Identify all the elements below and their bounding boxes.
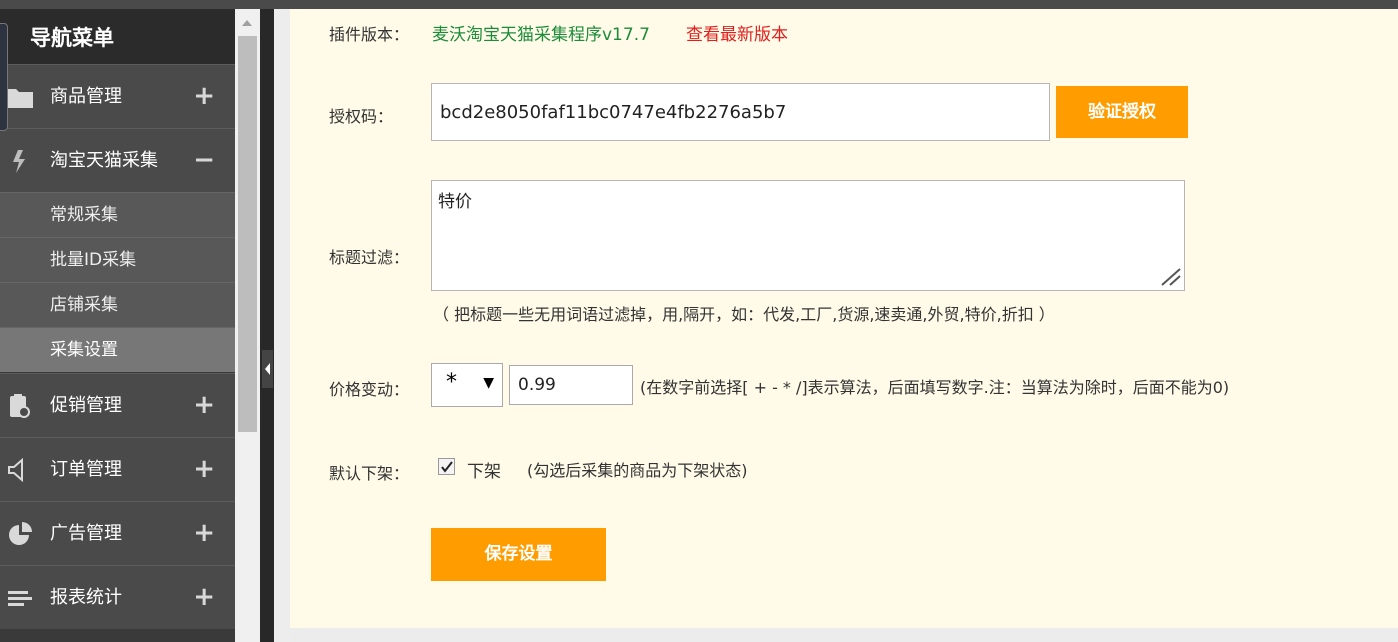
title-filter-label: 标题过滤： (329, 248, 410, 267)
nav-section-taobao-collect[interactable]: 淘宝天猫采集 − (0, 128, 235, 192)
auth-code-label: 授权码： (329, 107, 394, 126)
nav-section-orders[interactable]: 订单管理 + (0, 437, 235, 501)
sidebar: 导航菜单 商品管理 + 淘宝天猫采集 − 常规采集 批量ID采集 店铺采集 采集… (0, 9, 235, 642)
title-filter-hint: （ 把标题一些无用词语过滤掉，用,隔开，如：代发,工厂,货源,速卖通,外贸,特价… (433, 305, 1055, 324)
save-settings-button[interactable]: 保存设置 (431, 528, 606, 581)
off-shelf-checkbox-label[interactable]: 下架 (467, 457, 501, 482)
lines-icon (8, 591, 32, 606)
sub-item-shop-collect[interactable]: 店铺采集 (0, 282, 235, 327)
nav-section-products[interactable]: 商品管理 + (0, 64, 235, 128)
verify-auth-button[interactable]: 验证授权 (1056, 86, 1188, 138)
lightning-icon (13, 150, 25, 173)
resize-grip-icon[interactable] (1160, 267, 1182, 287)
price-change-hint: (在数字前选择[ + - * /]表示算法，后面填写数字.注：当算法为除时，后面… (640, 378, 1230, 397)
chevron-down-icon: ▼ (483, 375, 494, 391)
default-off-label: 默认下架： (329, 464, 410, 483)
scroll-up-icon[interactable] (236, 14, 258, 32)
nav-section-ads[interactable]: 广告管理 + (0, 501, 235, 565)
expand-icon[interactable]: + (193, 438, 215, 500)
collapse-sidebar-icon[interactable] (262, 350, 273, 388)
sub-item-batch-id-collect[interactable]: 批量ID采集 (0, 237, 235, 282)
content-gutter (274, 9, 290, 642)
nav-section-label: 淘宝天猫采集 (50, 150, 158, 171)
sidebar-tab-decoration (0, 23, 8, 131)
version-value: 麦沃淘宝天猫采集程序v17.7 (432, 25, 650, 45)
nav-section-label: 订单管理 (50, 459, 122, 480)
check-icon (441, 461, 453, 473)
scrollbar-thumb[interactable] (238, 36, 257, 432)
title-filter-textarea[interactable]: 特价 (431, 180, 1185, 291)
clipboard-icon (10, 394, 30, 418)
version-label: 插件版本： (329, 25, 410, 44)
nav-section-label: 促销管理 (50, 395, 122, 416)
sub-item-regular-collect[interactable]: 常规采集 (0, 192, 235, 237)
folder-icon (7, 89, 33, 108)
top-bar (0, 0, 1398, 9)
default-off-hint: (勾选后采集的商品为下架状态) (527, 461, 748, 480)
expand-icon[interactable]: + (193, 65, 215, 127)
off-shelf-checkbox[interactable] (438, 458, 455, 475)
expand-icon[interactable]: + (193, 374, 215, 436)
expand-icon[interactable]: + (193, 502, 215, 564)
collapse-icon[interactable]: − (193, 129, 215, 191)
auth-code-input[interactable] (431, 83, 1050, 141)
price-operator-select[interactable]: * ▼ (431, 363, 503, 407)
nav-section-reports[interactable]: 报表统计 + (0, 565, 235, 629)
expand-icon[interactable]: + (193, 566, 215, 628)
speaker-icon (8, 458, 23, 482)
pie-chart-icon (9, 522, 32, 545)
content-footer-strip (290, 628, 1398, 642)
nav-section-label: 报表统计 (50, 587, 122, 608)
check-latest-version-link[interactable]: 查看最新版本 (686, 20, 788, 45)
price-change-label: 价格变动： (329, 380, 410, 399)
sidebar-divider (260, 9, 274, 642)
nav-section-label: 商品管理 (50, 86, 122, 107)
nav-section-promotions[interactable]: 促销管理 + (0, 373, 235, 437)
sub-item-collect-settings[interactable]: 采集设置 (0, 327, 235, 372)
nav-title: 导航菜单 (0, 9, 235, 64)
price-value-input[interactable] (509, 365, 633, 405)
nav-section-label: 广告管理 (50, 523, 122, 544)
price-operator-value: * (446, 370, 457, 395)
